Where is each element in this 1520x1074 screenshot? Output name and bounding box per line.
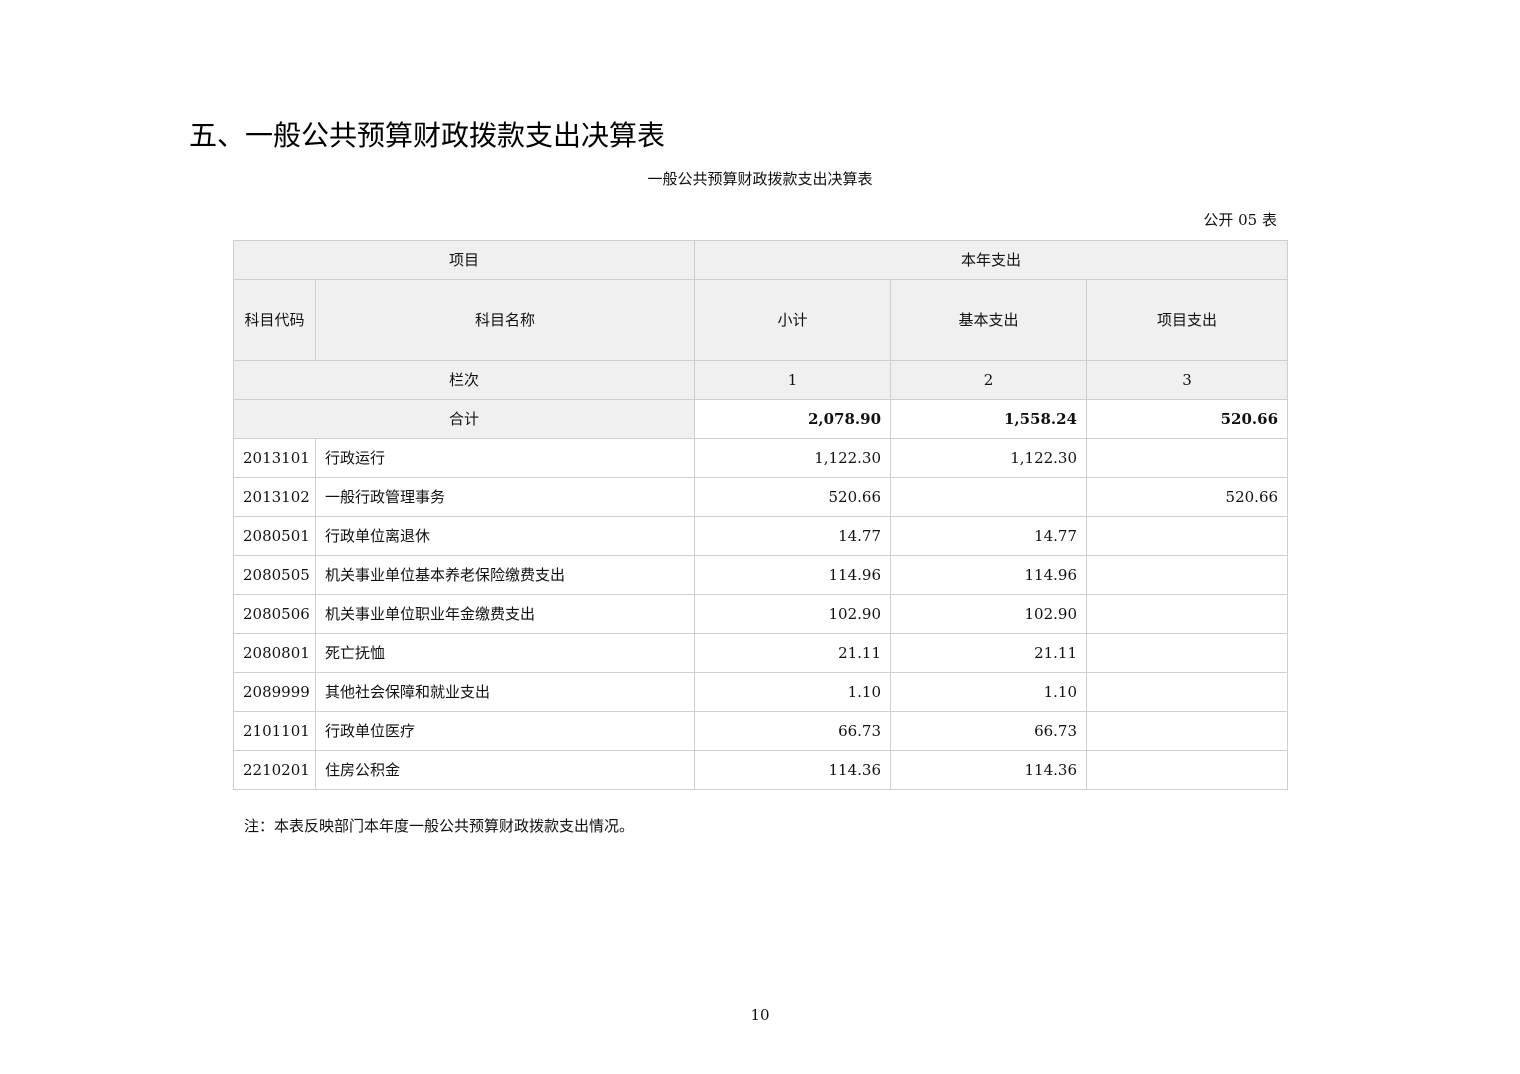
total-row: 合计 2,078.90 1,558.24 520.66 [232,399,1289,439]
row-basic: 14.77 [890,516,1088,556]
row-code: 2210201 [233,750,316,790]
row-basic: 66.73 [890,711,1088,751]
table-row: 2089999 其他社会保障和就业支出 1.10 1.10 [233,672,1289,712]
row-basic: 21.11 [890,633,1088,673]
row-basic: 1.10 [890,672,1088,712]
table-row: 2013102 一般行政管理事务 520.66 520.66 [233,477,1289,517]
row-name: 机关事业单位职业年金缴费支出 [314,594,696,634]
header-basic-expenditure: 基本支出 [890,279,1088,361]
header-project: 项目 [232,240,696,280]
row-code: 2080505 [233,555,316,595]
row-subtotal: 1.10 [694,672,892,712]
row-name: 住房公积金 [314,750,696,790]
total-basic: 1,558.24 [890,399,1088,439]
column-index-label: 栏次 [232,360,696,400]
column-index-2: 2 [890,360,1088,400]
row-name: 行政运行 [314,438,696,478]
header-subtotal: 小计 [694,279,892,361]
table-row: 2080801 死亡抚恤 21.11 21.11 [233,633,1289,673]
column-index-1: 1 [694,360,892,400]
row-subtotal: 14.77 [694,516,892,556]
table-row: 2080501 行政单位离退休 14.77 14.77 [233,516,1289,556]
row-code: 2013102 [233,477,316,517]
column-index-row: 栏次 1 2 3 [232,360,1289,400]
row-basic: 114.36 [890,750,1088,790]
row-project [1086,750,1289,790]
row-subtotal: 102.90 [694,594,892,634]
row-name: 机关事业单位基本养老保险缴费支出 [314,555,696,595]
row-name: 其他社会保障和就业支出 [314,672,696,712]
row-project [1086,594,1289,634]
row-subtotal: 114.36 [694,750,892,790]
row-project [1086,711,1289,751]
header-subject-name: 科目名称 [314,279,696,361]
row-code: 2080506 [233,594,316,634]
header-current-year-expenditure: 本年支出 [694,240,1289,280]
header-row-2: 科目代码 科目名称 小计 基本支出 项目支出 [233,279,1289,361]
table-row: 2013101 行政运行 1,122.30 1,122.30 [233,438,1289,478]
row-subtotal: 1,122.30 [694,438,892,478]
row-basic: 114.96 [890,555,1088,595]
row-project [1086,555,1289,595]
section-heading: 五、一般公共预算财政拨款支出决算表 [189,119,666,152]
table-row: 2210201 住房公积金 114.36 114.36 [233,750,1289,790]
row-subtotal: 21.11 [694,633,892,673]
row-code: 2089999 [233,672,316,712]
header-row-1: 项目 本年支出 [232,240,1289,280]
row-name: 死亡抚恤 [314,633,696,673]
row-project [1086,516,1289,556]
row-basic [890,477,1088,517]
row-project [1086,438,1289,478]
row-subtotal: 114.96 [694,555,892,595]
column-index-3: 3 [1086,360,1289,400]
table-row: 2080506 机关事业单位职业年金缴费支出 102.90 102.90 [233,594,1289,634]
table-row: 2101101 行政单位医疗 66.73 66.73 [233,711,1289,751]
row-project [1086,672,1289,712]
form-number: 公开 05 表 [1203,211,1277,229]
header-subject-code: 科目代码 [233,279,316,361]
row-project: 520.66 [1086,477,1289,517]
row-code: 2101101 [233,711,316,751]
row-name: 行政单位医疗 [314,711,696,751]
row-name: 行政单位离退休 [314,516,696,556]
header-project-expenditure: 项目支出 [1086,279,1289,361]
row-subtotal: 520.66 [694,477,892,517]
total-project: 520.66 [1086,399,1289,439]
total-subtotal: 2,078.90 [694,399,892,439]
table-title: 一般公共预算财政拨款支出决算表 [647,170,873,188]
page-number: 10 [750,1006,770,1024]
row-basic: 1,122.30 [890,438,1088,478]
row-code: 2080801 [233,633,316,673]
row-project [1086,633,1289,673]
row-code: 2080501 [233,516,316,556]
table-footnote: 注：本表反映部门本年度一般公共预算财政拨款支出情况。 [244,817,635,835]
row-basic: 102.90 [890,594,1088,634]
row-code: 2013101 [233,438,316,478]
expenditure-table: 项目 本年支出 科目代码 科目名称 小计 基本支出 项目支出 栏次 1 2 3 … [232,240,1289,790]
row-name: 一般行政管理事务 [314,477,696,517]
total-label: 合计 [232,399,696,439]
table-row: 2080505 机关事业单位基本养老保险缴费支出 114.96 114.96 [233,555,1289,595]
row-subtotal: 66.73 [694,711,892,751]
